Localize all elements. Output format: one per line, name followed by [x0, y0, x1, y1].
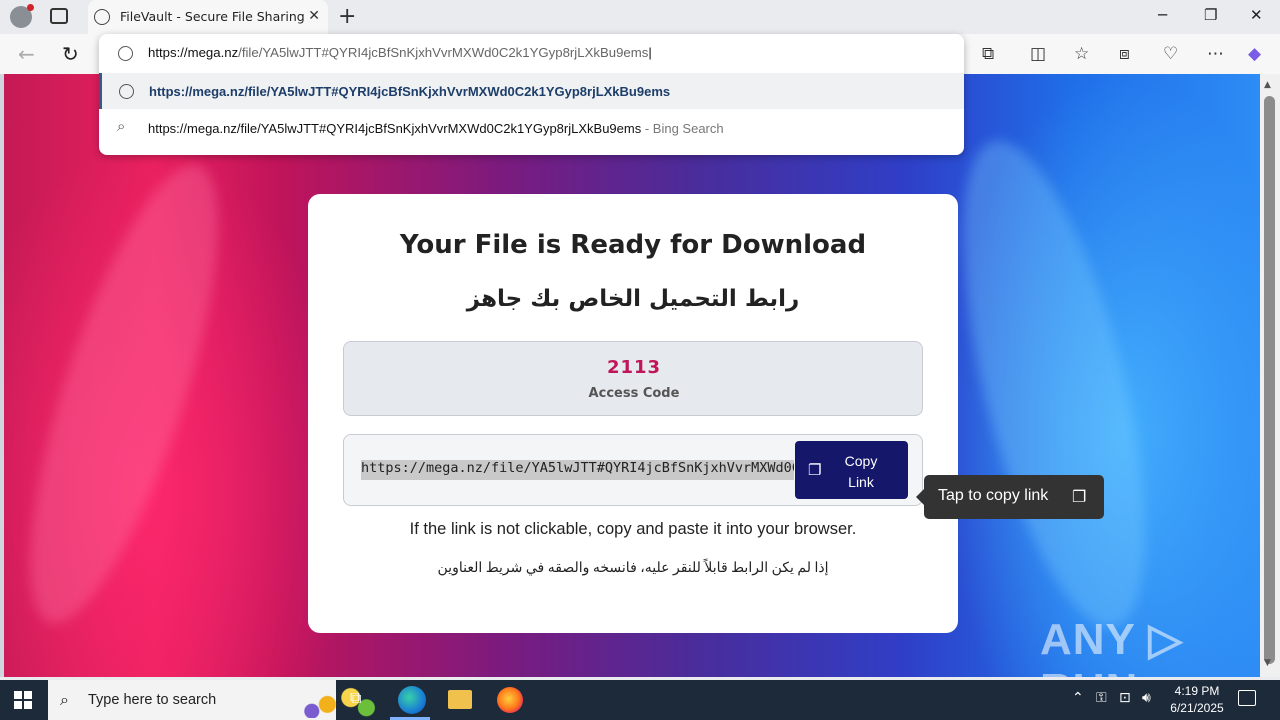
- address-host: https://mega.nz: [148, 45, 239, 60]
- access-code-box: 2113 Access Code: [343, 341, 923, 416]
- edge-icon[interactable]: [398, 686, 426, 714]
- access-code-value[interactable]: 2113: [344, 357, 924, 378]
- suggestion-url[interactable]: https://mega.nz/file/YA5lwJTT#QYRI4jcBfS…: [99, 73, 964, 109]
- tab-strip: FileVault - Secure File Sharing ✕ + ─ ❐ …: [0, 0, 1280, 34]
- collections-icon[interactable]: ⧈: [1119, 44, 1130, 64]
- download-card: Your File is Ready for Download رابط الت…: [308, 194, 958, 633]
- copy-tooltip: Tap to copy link ❐: [916, 475, 1104, 519]
- windows-start-icon[interactable]: [14, 691, 32, 709]
- decorative-streak: [4, 147, 256, 641]
- file-explorer-icon[interactable]: [448, 690, 472, 709]
- refresh-icon[interactable]: ↻: [62, 42, 79, 66]
- taskbar-search[interactable]: ⌕ Type here to search: [48, 680, 382, 720]
- clock-time: 4:19 PM: [1174, 684, 1220, 698]
- taskbar-search-placeholder: Type here to search: [88, 692, 217, 708]
- globe-icon: [119, 84, 134, 99]
- suggestion-search-text: https://mega.nz/file/YA5lwJTT#QYRI4jcBfS…: [148, 121, 724, 136]
- page-background: Your File is Ready for Download رابط الت…: [4, 74, 1260, 677]
- access-code-label: Access Code: [588, 386, 680, 401]
- window-close-icon[interactable]: ✕: [1250, 6, 1263, 24]
- globe-icon: [118, 46, 133, 61]
- taskbar-clock[interactable]: 4:19 PM 6/21/2025: [1166, 683, 1228, 717]
- clipboard-icon: ❐: [1072, 487, 1087, 506]
- task-view-icon[interactable]: ⧉: [350, 688, 374, 712]
- tab-filevault[interactable]: FileVault - Secure File Sharing ✕: [88, 0, 328, 34]
- suggestion-search[interactable]: ⌕ https://mega.nz/file/YA5lwJTT#QYRI4jcB…: [99, 109, 964, 145]
- anyrun-watermark: ANY ▷ RUN: [1040, 615, 1184, 677]
- favorites-icon[interactable]: ☆: [1074, 44, 1089, 64]
- firefox-icon[interactable]: [497, 687, 523, 713]
- scrollbar-thumb[interactable]: [1264, 96, 1275, 664]
- maximize-icon[interactable]: ❐: [1204, 6, 1217, 24]
- address-bar[interactable]: https://mega.nz/file/YA5lwJTT#QYRI4jcBfS…: [99, 34, 964, 72]
- suggestion-url-text: https://mega.nz/file/YA5lwJTT#QYRI4jcBfS…: [149, 84, 671, 99]
- network-icon[interactable]: ⊡: [1119, 690, 1131, 706]
- search-icon: ⌕: [117, 117, 126, 135]
- tab-actions-icon[interactable]: [50, 8, 68, 24]
- new-tab-button[interactable]: +: [338, 4, 356, 29]
- globe-icon: [94, 9, 110, 25]
- scroll-up-icon[interactable]: ▲: [1264, 80, 1271, 90]
- show-hidden-icons[interactable]: ⌃: [1072, 690, 1084, 706]
- tab-title: FileVault - Secure File Sharing: [120, 9, 305, 24]
- more-menu-icon[interactable]: ⋯: [1207, 44, 1224, 64]
- page-title: Your File is Ready for Download: [399, 230, 867, 260]
- minimize-icon[interactable]: ─: [1158, 6, 1167, 24]
- decorative-streak: [925, 124, 1183, 644]
- copilot-icon[interactable]: ◆: [1248, 44, 1261, 64]
- back-icon[interactable]: ←: [18, 42, 35, 66]
- hint-arabic: إذا لم يكن الرابط قابلاً للنقر عليه، فان…: [437, 561, 829, 576]
- search-icon: ⌕: [60, 690, 69, 709]
- notifications-icon[interactable]: [1238, 690, 1256, 706]
- tooltip-text: Tap to copy link: [938, 487, 1049, 504]
- hint-english: If the link is not clickable, copy and p…: [409, 520, 857, 538]
- taskbar: ⌕ Type here to search ⧉ ⌃ ⚿ ⊡ 🔊︎ 4:19 PM…: [0, 680, 1280, 720]
- browser-essentials-icon[interactable]: ♡: [1163, 44, 1178, 64]
- page-scrollbar[interactable]: ▲ ▼: [1260, 74, 1280, 677]
- address-bar-text[interactable]: https://mega.nz/file/YA5lwJTT#QYRI4jcBfS…: [148, 45, 652, 60]
- scroll-down-icon[interactable]: ▼: [1264, 658, 1271, 668]
- close-tab-icon[interactable]: ✕: [308, 8, 320, 24]
- copy-link-button[interactable]: ❐ Copy Link: [795, 441, 908, 499]
- link-box: https://mega.nz/file/YA5lwJTT#QYRI4jcBfS…: [343, 434, 923, 506]
- clipboard-icon: ❐: [808, 461, 822, 479]
- address-bar-dropdown: https://mega.nz/file/YA5lwJTT#QYRI4jcBfS…: [99, 34, 964, 155]
- address-path: /file/YA5lwJTT#QYRI4jcBfSnKjxhVvrMXWd0C2…: [238, 45, 649, 60]
- split-screen-icon[interactable]: ◫: [1030, 44, 1046, 64]
- security-icon[interactable]: ⚿: [1096, 690, 1107, 706]
- volume-icon[interactable]: 🔊︎: [1142, 690, 1151, 706]
- suggestion-search-suffix: - Bing Search: [641, 121, 724, 136]
- profile-avatar-icon[interactable]: [10, 4, 34, 28]
- copy-link-label: Copy Link: [844, 453, 878, 490]
- clock-date: 6/21/2025: [1170, 701, 1224, 715]
- arabic-title: رابط التحميل الخاص بك جاهز: [466, 286, 800, 312]
- suggestion-search-query: https://mega.nz/file/YA5lwJTT#QYRI4jcBfS…: [148, 121, 642, 136]
- extensions-icon[interactable]: ⧉: [982, 44, 994, 64]
- download-link-field[interactable]: https://mega.nz/file/YA5lwJTT#QYRI4jcBfS…: [361, 460, 794, 480]
